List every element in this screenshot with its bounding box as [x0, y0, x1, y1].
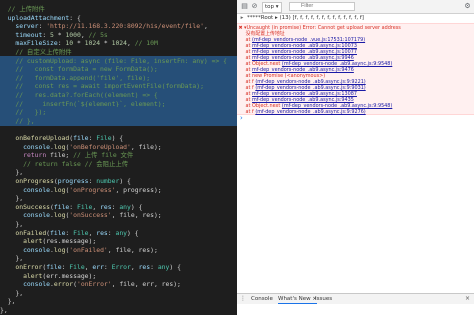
devtools-panel: ▤ ⊘ top ▾ ⚲ ⚙ ▸*****Root ▸ (13) [f, f, f… [237, 0, 474, 315]
drawer-close-icon[interactable]: × [465, 295, 470, 303]
error-message-block: ✖▾Uncaught (in promise) Error: Cannot ge… [237, 23, 474, 115]
drawer: ⋮ Console What's New × Issues × [237, 293, 474, 315]
console-prompt-icon[interactable]: › [240, 114, 243, 122]
context-select[interactable]: top ▾ [262, 2, 282, 13]
drawer-menu-icon[interactable]: ⋮ [240, 295, 246, 303]
tab-issues[interactable]: Issues [315, 295, 332, 303]
code-editor[interactable]: // 上传附件 uploadAttachment: { server: 'htt… [0, 0, 237, 315]
expand-arrow-icon[interactable]: ▸ [237, 14, 247, 23]
error-text: at f [244, 109, 256, 115]
filter-input[interactable] [289, 2, 355, 11]
source-link[interactable]: (mf-dep_vendors-node_.ab9.async.js:9:927… [255, 109, 365, 115]
tab-console[interactable]: Console [251, 295, 273, 303]
console-toolbar: ▤ ⊘ top ▾ ⚲ ⚙ [237, 0, 474, 14]
drawer-content [237, 304, 474, 315]
code-line[interactable]: }, [0, 305, 237, 315]
settings-gear-icon[interactable]: ⚙ [463, 2, 472, 11]
sidebar-toggle-icon[interactable]: ▤ [240, 2, 249, 11]
error-line: at f (mf-dep_vendors-node_.ab9.async.js:… [237, 109, 474, 115]
clear-console-icon[interactable]: ⊘ [250, 2, 259, 11]
code-token: }, [0, 306, 8, 314]
tab-whats-new[interactable]: What's New × [278, 295, 317, 304]
console-log-line[interactable]: ▸ *****Root ▸ (13) [f, f, f, f, f, f, f, … [237, 14, 474, 23]
log-text: *****Root ▸ (13) [f, f, f, f, f, f, f, f… [247, 15, 364, 21]
